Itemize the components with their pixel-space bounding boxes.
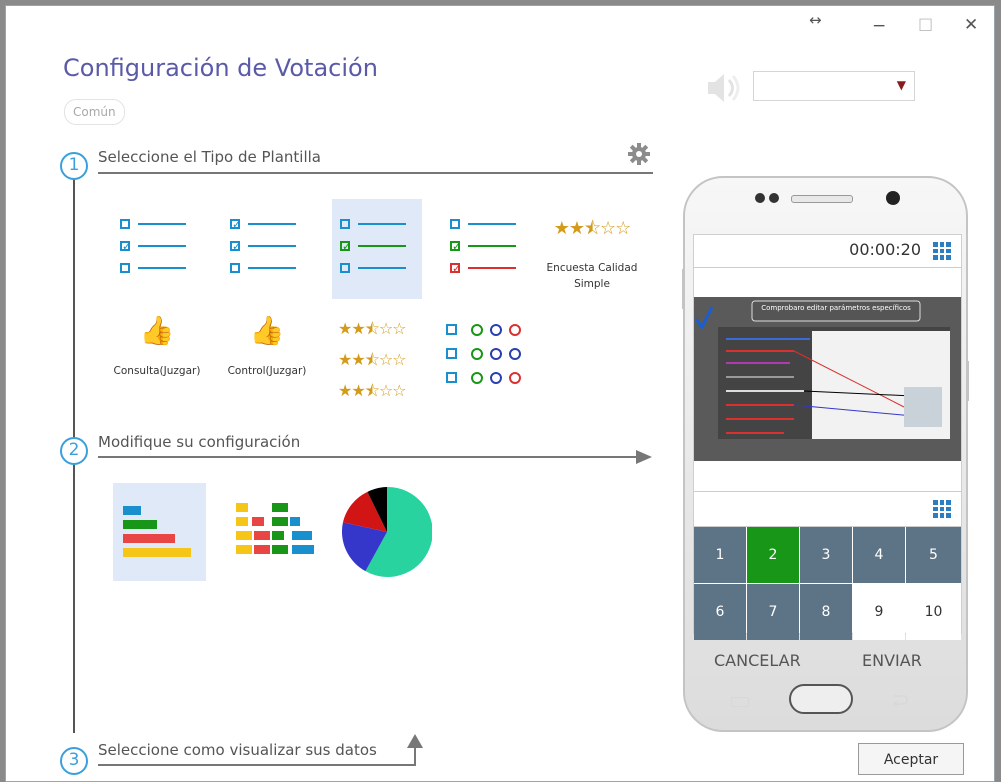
- phone-speaker-grill: [791, 195, 853, 203]
- maximize-icon[interactable]: ☐: [918, 16, 933, 36]
- step-1-underline: [98, 172, 653, 174]
- step-3-label: Seleccione como visualizar sus datos: [98, 741, 377, 759]
- rating-stars-icon: ★★⯪☆☆: [338, 350, 407, 369]
- template-checkbox-answer[interactable]: ✓: [332, 199, 422, 299]
- send-button[interactable]: ENVIAR: [862, 651, 922, 670]
- key-8[interactable]: 8: [800, 584, 852, 640]
- chart-option-bar[interactable]: [113, 483, 206, 581]
- cancel-button[interactable]: CANCELAR: [714, 651, 801, 670]
- template-checkbox-single[interactable]: ✓: [112, 201, 202, 301]
- voting-config-window: ↔ − ☐ ✕ Configuración de Votación Común …: [5, 5, 995, 782]
- arrow-up-icon: [407, 734, 423, 748]
- close-icon[interactable]: ✕: [964, 15, 978, 35]
- step-1-badge: 1: [60, 152, 88, 180]
- key-9[interactable]: 9: [853, 584, 905, 640]
- template-control-judge[interactable]: 👍 Control(Juzgar): [222, 314, 312, 377]
- resize-icon[interactable]: ↔: [809, 11, 822, 29]
- key-3[interactable]: 3: [800, 527, 852, 583]
- template-checkbox-multi[interactable]: ✓ ✓: [222, 201, 312, 301]
- step-2-label: Modifique su configuración: [98, 433, 301, 451]
- answer-keypad: 1 2 3 4 5 6 7 8 9 10: [694, 527, 961, 641]
- step-2-badge: 2: [60, 437, 88, 465]
- speaker-icon[interactable]: [704, 68, 744, 108]
- thumbs-up-down-icon: 👍: [249, 314, 285, 347]
- minimize-icon[interactable]: −: [872, 16, 886, 36]
- key-4[interactable]: 4: [853, 527, 905, 583]
- template-consult-judge[interactable]: 👍 Consulta(Juzgar): [112, 314, 202, 377]
- key-1[interactable]: 1: [694, 527, 746, 583]
- template-multi-rating[interactable]: ★★⯪☆☆ ★★⯪☆☆ ★★⯪☆☆: [338, 318, 418, 407]
- template-radio-matrix[interactable]: [446, 322, 526, 386]
- grid-icon[interactable]: [933, 242, 951, 260]
- key-6[interactable]: 6: [694, 584, 746, 640]
- gear-icon[interactable]: [628, 143, 650, 165]
- template-quality-survey-label: Encuesta Calidad Simple: [546, 262, 638, 290]
- key-7[interactable]: 7: [747, 584, 799, 640]
- phone-side-button: [682, 269, 685, 309]
- step-3-badge: 3: [60, 747, 88, 775]
- recent-apps-icon: [731, 697, 749, 707]
- rating-stars-icon: ★★⯪☆☆: [338, 381, 407, 400]
- grid-icon[interactable]: [933, 500, 951, 518]
- phone-side-button: [966, 361, 969, 401]
- phone-sensor: [755, 193, 765, 203]
- step-1-label: Seleccione el Tipo de Plantilla: [98, 148, 321, 166]
- phone-toolbar: [694, 491, 961, 527]
- category-tag[interactable]: Común: [64, 99, 125, 125]
- stacked-bar-chart-icon[interactable]: [234, 499, 316, 563]
- page-title: Configuración de Votación: [63, 54, 378, 82]
- chevron-down-icon: ▼: [896, 78, 906, 92]
- phone-header: 00:00:20: [694, 235, 961, 268]
- bar-chart-icon: [123, 506, 191, 557]
- arrow-right-icon: [636, 450, 652, 464]
- template-checkbox-correct-wrong[interactable]: ✓ ✓: [442, 201, 532, 301]
- rating-stars-icon: ★★⯪☆☆: [338, 319, 407, 338]
- phone-sensor: [769, 193, 779, 203]
- rating-stars-icon: ★★⯪☆☆: [553, 218, 632, 239]
- thumbs-up-down-icon: 👍: [139, 314, 175, 347]
- phone-screen: 00:00:20 Comprobaro editar parámetros es…: [693, 234, 962, 670]
- template-control-label: Control(Juzgar): [227, 365, 307, 377]
- template-quality-survey[interactable]: ★★⯪☆☆ Encuesta Calidad Simple: [542, 216, 642, 292]
- pie-chart-icon[interactable]: [342, 484, 432, 580]
- back-icon: [893, 695, 908, 708]
- phone-camera: [886, 191, 900, 205]
- key-2[interactable]: 2: [747, 527, 799, 583]
- accept-button[interactable]: Aceptar: [858, 743, 964, 775]
- step-3-underline: [98, 764, 416, 766]
- key-5[interactable]: 5: [906, 527, 961, 583]
- key-10[interactable]: 10: [906, 584, 961, 640]
- phone-home-button: [789, 684, 853, 714]
- step-2-underline: [98, 456, 638, 458]
- timer: 00:00:20: [849, 240, 921, 259]
- language-dropdown[interactable]: ▼: [753, 71, 915, 101]
- question-image: Comprobaro editar parámetros específicos: [694, 297, 961, 461]
- image-title: Comprobaro editar parámetros específicos: [761, 304, 911, 312]
- template-consult-label: Consulta(Juzgar): [113, 365, 201, 377]
